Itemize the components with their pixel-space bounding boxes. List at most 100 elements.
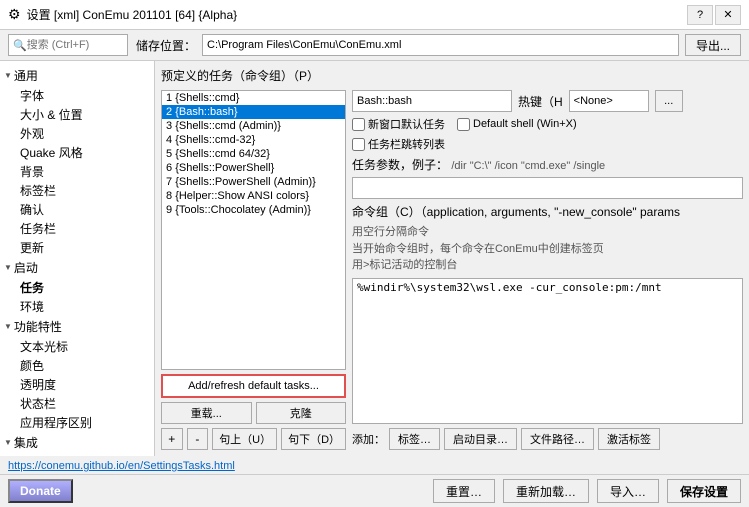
sidebar-item-app-diff[interactable]: 应用程序区别 — [0, 413, 154, 432]
task-label: {Shells::PowerShell (Admin)} — [175, 176, 316, 188]
expand-icon: ▼ — [4, 263, 12, 272]
task-label: {Tools::Chocolatey (Admin)} — [175, 204, 311, 216]
task-num: 6 — [166, 162, 172, 174]
tab-button[interactable]: 标签… — [389, 428, 440, 450]
save-button[interactable]: 保存设置 — [667, 479, 741, 503]
sidebar-item-label: 应用程序区别 — [20, 414, 92, 431]
task-name-input[interactable] — [352, 90, 512, 112]
sidebar-item-label: 背景 — [20, 163, 44, 180]
task-item-5[interactable]: 5 {Shells::cmd 64/32} — [162, 147, 345, 161]
sidebar-item-font[interactable]: 字体 — [0, 86, 154, 105]
default-shell-checkbox[interactable] — [457, 118, 470, 131]
search-icon: 🔍 — [13, 39, 27, 52]
sidebar-item-environment[interactable]: 环境 — [0, 297, 154, 316]
task-item-6[interactable]: 6 {Shells::PowerShell} — [162, 161, 345, 175]
commands-textarea[interactable]: %windir%\system32\wsl.exe -cur_console:p… — [352, 278, 743, 425]
new-window-checkbox[interactable] — [352, 118, 365, 131]
donate-button[interactable]: Donate — [8, 479, 73, 503]
start-dir-button[interactable]: 启动目录… — [444, 428, 517, 450]
sidebar-item-label: 确认 — [20, 201, 44, 218]
right-panel: 预定义的任务（命令组）（P） 1 {Shells::cmd} 2 {Bash::… — [155, 61, 749, 456]
search-input[interactable] — [27, 39, 117, 51]
hotkey-dots-button[interactable]: ... — [655, 90, 683, 112]
task-num: 4 — [166, 134, 172, 146]
sidebar-item-integration[interactable]: ▼ 集成 — [0, 432, 154, 453]
sidebar-item-label: 功能特性 — [14, 318, 62, 335]
task-item-8[interactable]: 8 {Helper::Show ANSI colors} — [162, 189, 345, 203]
title-bar: ⚙ 设置 [xml] ConEmu 201101 [64] {Alpha} ? … — [0, 0, 749, 30]
task-item-3[interactable]: 3 {Shells::cmd (Admin)} — [162, 119, 345, 133]
sidebar-item-status-bar[interactable]: 状态栏 — [0, 394, 154, 413]
commands-desc: 用空行分隔命令 当开始命令组时，每个命令在ConEmu中创建标签页 用>标记活动… — [352, 224, 743, 274]
add-label: 添加： — [352, 431, 385, 447]
window-title: 设置 [xml] ConEmu 201101 [64] {Alpha} — [27, 6, 238, 23]
sidebar-item-general[interactable]: ▼ 通用 — [0, 65, 154, 86]
task-item-4[interactable]: 4 {Shells::cmd-32} — [162, 133, 345, 147]
sidebar-item-tabbar[interactable]: 标签栏 — [0, 181, 154, 200]
expand-icon: ▼ — [4, 322, 12, 331]
active-tab-button[interactable]: 激活标签 — [598, 428, 660, 450]
task-num: 5 — [166, 148, 172, 160]
task-label: {Shells::cmd-32} — [175, 134, 255, 146]
task-item-2[interactable]: 2 {Bash::bash} — [162, 105, 345, 119]
sidebar-item-startup[interactable]: ▼ 启动 — [0, 257, 154, 278]
sidebar-item-taskbar[interactable]: 任务栏 — [0, 219, 154, 238]
sidebar-item-transparency[interactable]: 透明度 — [0, 375, 154, 394]
hotkey-input[interactable] — [569, 90, 649, 112]
sidebar-item-size-pos[interactable]: 大小 & 位置 — [0, 105, 154, 124]
sidebar-item-confirm[interactable]: 确认 — [0, 200, 154, 219]
reset-button[interactable]: 重置… — [433, 479, 495, 503]
clone-button[interactable]: 克隆 — [256, 402, 347, 424]
reload-button[interactable]: 重载... — [161, 402, 252, 424]
task-num: 2 — [166, 106, 172, 118]
tasks-list[interactable]: 1 {Shells::cmd} 2 {Bash::bash} 3 {Shells… — [161, 90, 346, 370]
tasklist-checkbox-label[interactable]: 任务栏跳转列表 — [352, 136, 445, 152]
sidebar-item-label: 文本光标 — [20, 338, 68, 355]
sidebar-item-features[interactable]: ▼ 功能特性 — [0, 316, 154, 337]
sidebar-item-label: 通用 — [14, 67, 38, 84]
default-shell-label: Default shell (Win+X) — [473, 118, 577, 130]
help-button[interactable]: ? — [687, 5, 713, 25]
export-button[interactable]: 导出... — [685, 34, 741, 56]
file-path-button[interactable]: 文件路径… — [521, 428, 594, 450]
sidebar-item-tasks[interactable]: 任务 — [0, 278, 154, 297]
commands-label: 命令组（C）（application, arguments, "-new_con… — [352, 205, 680, 219]
params-label: 任务参数，例子： — [352, 158, 448, 172]
sidebar: ▼ 通用 字体 大小 & 位置 外观 Quake 风格 背景 标签栏 确认 任务… — [0, 61, 155, 456]
new-window-checkbox-label[interactable]: 新窗口默认任务 — [352, 116, 445, 132]
link-bar: https://conemu.github.io/en/SettingsTask… — [0, 456, 749, 474]
sidebar-item-appearance[interactable]: 外观 — [0, 124, 154, 143]
task-label: {Shells::cmd} — [175, 92, 239, 104]
sidebar-item-label: 环境 — [20, 298, 44, 315]
expand-icon: ▼ — [4, 71, 12, 80]
up-button[interactable]: 句上（U） — [212, 428, 277, 450]
task-num: 1 — [166, 92, 172, 104]
sidebar-item-quake[interactable]: Quake 风格 — [0, 143, 154, 162]
add-refresh-button[interactable]: Add/refresh default tasks... — [161, 374, 346, 398]
minus-button[interactable]: - — [187, 428, 209, 450]
settings-link[interactable]: https://conemu.github.io/en/SettingsTask… — [8, 460, 235, 472]
down-button[interactable]: 句下（D） — [281, 428, 346, 450]
storage-path-input[interactable] — [202, 34, 679, 56]
task-num: 7 — [166, 176, 172, 188]
expand-icon: ▼ — [4, 438, 12, 447]
import-button[interactable]: 导入… — [597, 479, 659, 503]
params-input[interactable] — [352, 177, 743, 199]
default-shell-checkbox-label[interactable]: Default shell (Win+X) — [457, 118, 577, 131]
plus-button[interactable]: + — [161, 428, 183, 450]
sidebar-item-background[interactable]: 背景 — [0, 162, 154, 181]
tasklist-checkbox[interactable] — [352, 138, 365, 151]
tasks-header: 预定义的任务（命令组）（P） — [161, 67, 743, 84]
task-label: {Shells::cmd 64/32} — [175, 148, 270, 160]
search-box[interactable]: 🔍 — [8, 34, 128, 56]
sidebar-item-text-cursor[interactable]: 文本光标 — [0, 337, 154, 356]
task-item-1[interactable]: 1 {Shells::cmd} — [162, 91, 345, 105]
sidebar-item-update[interactable]: 更新 — [0, 238, 154, 257]
task-item-7[interactable]: 7 {Shells::PowerShell (Admin)} — [162, 175, 345, 189]
sidebar-item-label: 状态栏 — [20, 395, 56, 412]
sidebar-item-label: 透明度 — [20, 376, 56, 393]
close-button[interactable]: ✕ — [715, 5, 741, 25]
sidebar-item-colors[interactable]: 颜色 — [0, 356, 154, 375]
task-item-9[interactable]: 9 {Tools::Chocolatey (Admin)} — [162, 203, 345, 217]
reload-new-button[interactable]: 重新加载… — [503, 479, 589, 503]
